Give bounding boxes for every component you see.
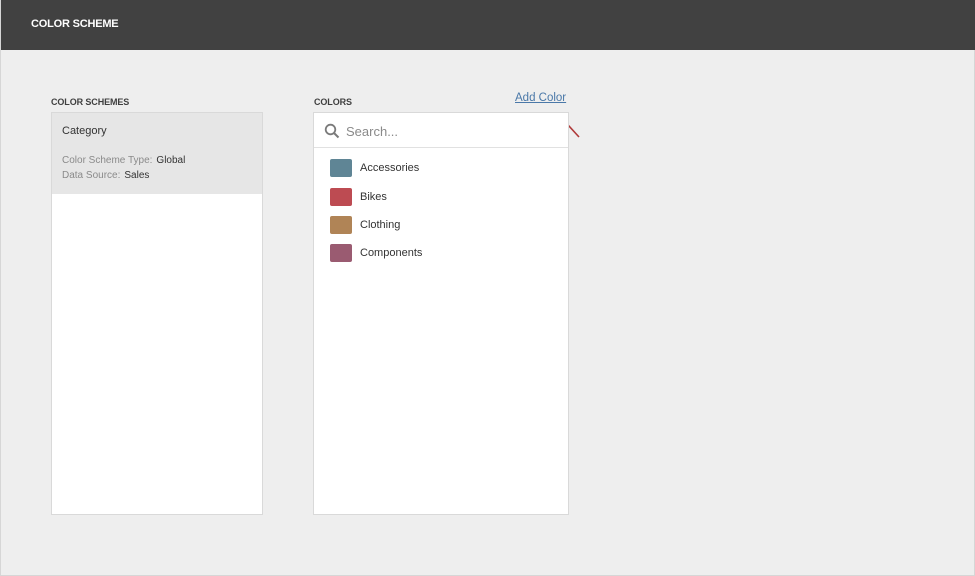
color-swatch: [330, 159, 352, 177]
colors-label: COLORS: [314, 97, 352, 107]
add-color-link[interactable]: Add Color: [515, 92, 566, 104]
color-schemes-label: COLOR SCHEMES: [51, 97, 129, 107]
color-schemes-list: Category Color Scheme Type: Global Data S…: [51, 112, 263, 515]
color-name: Components: [360, 247, 422, 259]
scheme-type-value: Global: [156, 155, 185, 166]
color-scheme-window: COLOR SCHEME COLOR SCHEMES Category Colo…: [0, 0, 975, 576]
color-item-components[interactable]: Components: [314, 240, 568, 266]
search-icon: [324, 123, 340, 139]
color-name: Bikes: [360, 191, 387, 203]
search-input[interactable]: [346, 120, 556, 142]
colors-list-panel: Accessories Bikes Clothing Components: [313, 112, 569, 515]
page-title: COLOR SCHEME: [31, 18, 118, 30]
data-source-value: Sales: [124, 170, 149, 181]
scheme-type-label: Color Scheme Type:: [62, 155, 152, 166]
scheme-name: Category: [62, 125, 107, 137]
color-item-accessories[interactable]: Accessories: [314, 155, 568, 181]
color-swatch: [330, 216, 352, 234]
color-scheme-item-category[interactable]: Category Color Scheme Type: Global Data S…: [52, 113, 262, 194]
scheme-type-row: Color Scheme Type: Global: [62, 155, 185, 166]
color-name: Clothing: [360, 219, 400, 231]
color-name: Accessories: [360, 162, 419, 174]
color-item-bikes[interactable]: Bikes: [314, 184, 568, 210]
color-swatch: [330, 244, 352, 262]
header-bar: COLOR SCHEME: [1, 0, 975, 50]
search-box: [314, 113, 568, 148]
data-source-label: Data Source:: [62, 170, 120, 181]
color-item-clothing[interactable]: Clothing: [314, 212, 568, 238]
color-swatch: [330, 188, 352, 206]
data-source-row: Data Source: Sales: [62, 170, 149, 181]
